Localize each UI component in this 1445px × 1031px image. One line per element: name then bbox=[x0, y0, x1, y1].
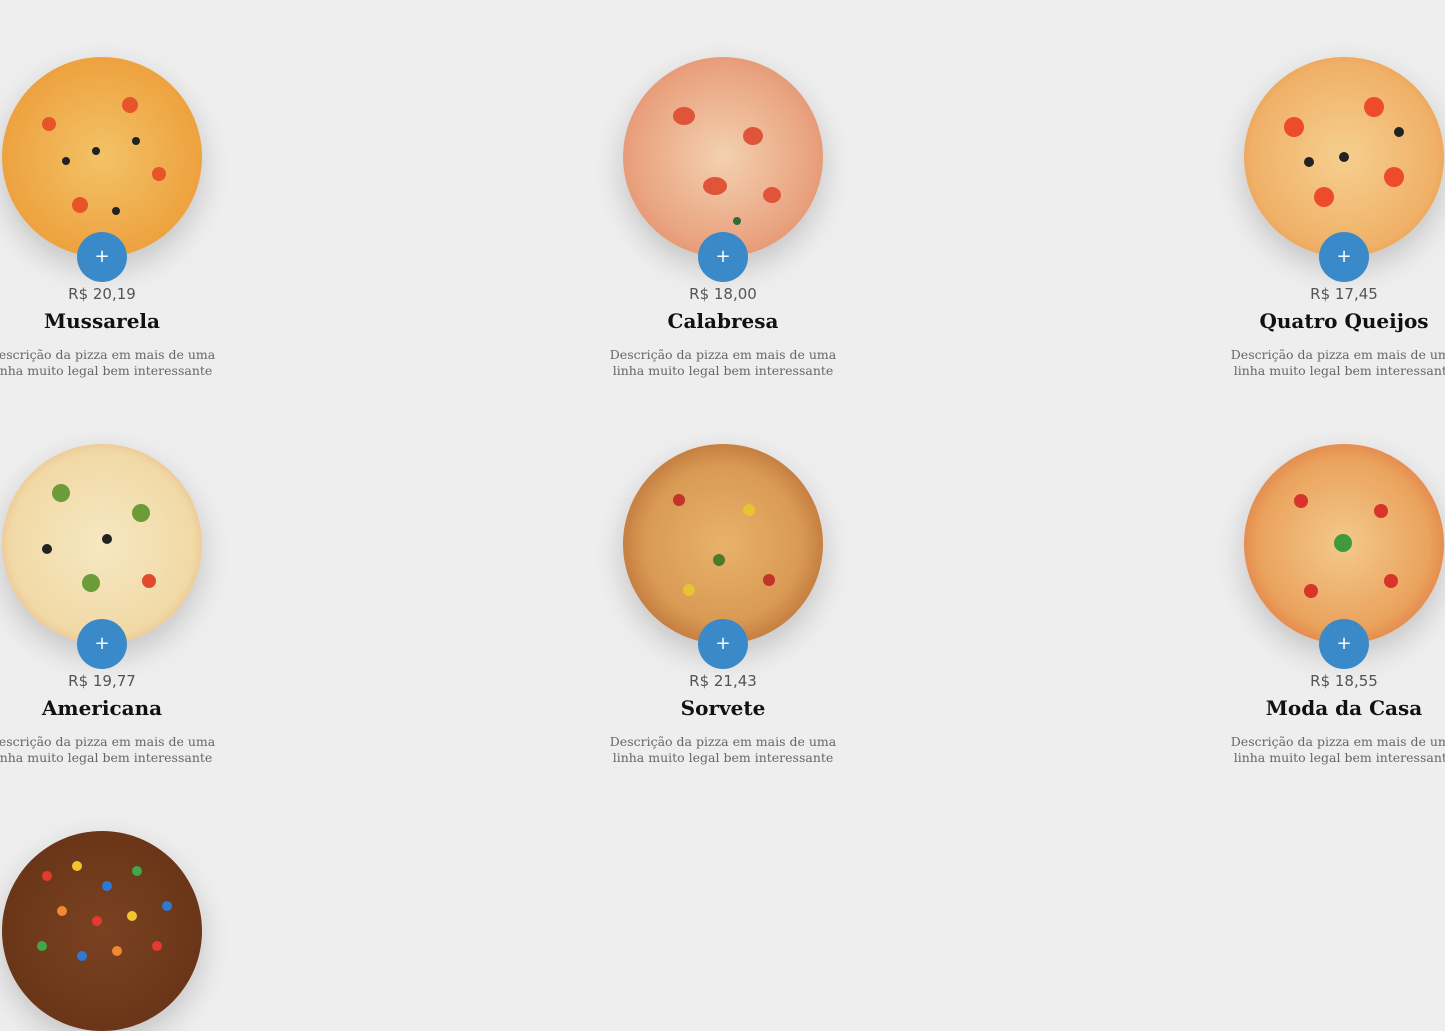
pizza-card-moda-da-casa: + R$ 18,55 Moda da Casa Descrição da piz… bbox=[1194, 444, 1445, 766]
pizza-card-chocolate bbox=[0, 831, 252, 1031]
pizza-description: Descrição da pizza em mais de uma linha … bbox=[0, 347, 216, 378]
pizza-image-wrap: + bbox=[623, 444, 823, 669]
pizza-card-quatro-queijos: + R$ 17,45 Quatro Queijos Descrição da p… bbox=[1194, 57, 1445, 379]
pizza-name: Moda da Casa bbox=[1265, 696, 1423, 720]
pizza-price: R$ 19,77 bbox=[68, 672, 136, 690]
add-button[interactable]: + bbox=[1319, 619, 1369, 669]
pizza-americana-image bbox=[2, 444, 202, 644]
pizza-description: Descrição da pizza em mais de uma linha … bbox=[609, 734, 837, 765]
add-button[interactable]: + bbox=[698, 232, 748, 282]
pizza-price: R$ 21,43 bbox=[689, 672, 757, 690]
pizza-name: Americana bbox=[41, 696, 163, 720]
pizza-price: R$ 18,55 bbox=[1310, 672, 1378, 690]
pizza-price: R$ 17,45 bbox=[1310, 285, 1378, 303]
add-button[interactable]: + bbox=[698, 619, 748, 669]
add-button[interactable]: + bbox=[1319, 232, 1369, 282]
pizza-name: Calabresa bbox=[667, 309, 779, 333]
pizza-calabresa-image bbox=[623, 57, 823, 257]
pizza-image-wrap: + bbox=[2, 57, 202, 282]
pizza-description: Descrição da pizza em mais de uma linha … bbox=[609, 347, 837, 378]
pizza-chocolate-image bbox=[2, 831, 202, 1031]
pizza-price: R$ 20,19 bbox=[68, 285, 136, 303]
pizza-card-mussarela: + R$ 20,19 Mussarela Descrição da pizza … bbox=[0, 57, 252, 379]
pizza-image-wrap: + bbox=[1244, 444, 1444, 669]
pizza-price: R$ 18,00 bbox=[689, 285, 757, 303]
pizza-name: Sorvete bbox=[680, 696, 766, 720]
pizza-mussarela-image bbox=[2, 57, 202, 257]
pizza-image-wrap: + bbox=[2, 444, 202, 669]
pizza-moda-da-casa-image bbox=[1244, 444, 1444, 644]
pizza-description: Descrição da pizza em mais de uma linha … bbox=[0, 734, 216, 765]
add-button[interactable]: + bbox=[77, 619, 127, 669]
pizza-quatro-queijos-image bbox=[1244, 57, 1444, 257]
pizza-card-calabresa: + R$ 18,00 Calabresa Descrição da pizza … bbox=[573, 57, 873, 379]
pizza-name: Quatro Queijos bbox=[1259, 309, 1429, 333]
pizza-card-americana: + R$ 19,77 Americana Descrição da pizza … bbox=[0, 444, 252, 766]
pizza-description: Descrição da pizza em mais de uma linha … bbox=[1230, 734, 1445, 765]
pizza-description: Descrição da pizza em mais de uma linha … bbox=[1230, 347, 1445, 378]
pizza-image-wrap: + bbox=[623, 57, 823, 282]
pizza-image-wrap bbox=[2, 831, 202, 1031]
pizza-image-wrap: + bbox=[1244, 57, 1444, 282]
pizza-name: Mussarela bbox=[44, 309, 160, 333]
pizza-card-sorvete: + R$ 21,43 Sorvete Descrição da pizza em… bbox=[573, 444, 873, 766]
pizza-sorvete-image bbox=[623, 444, 823, 644]
add-button[interactable]: + bbox=[77, 232, 127, 282]
